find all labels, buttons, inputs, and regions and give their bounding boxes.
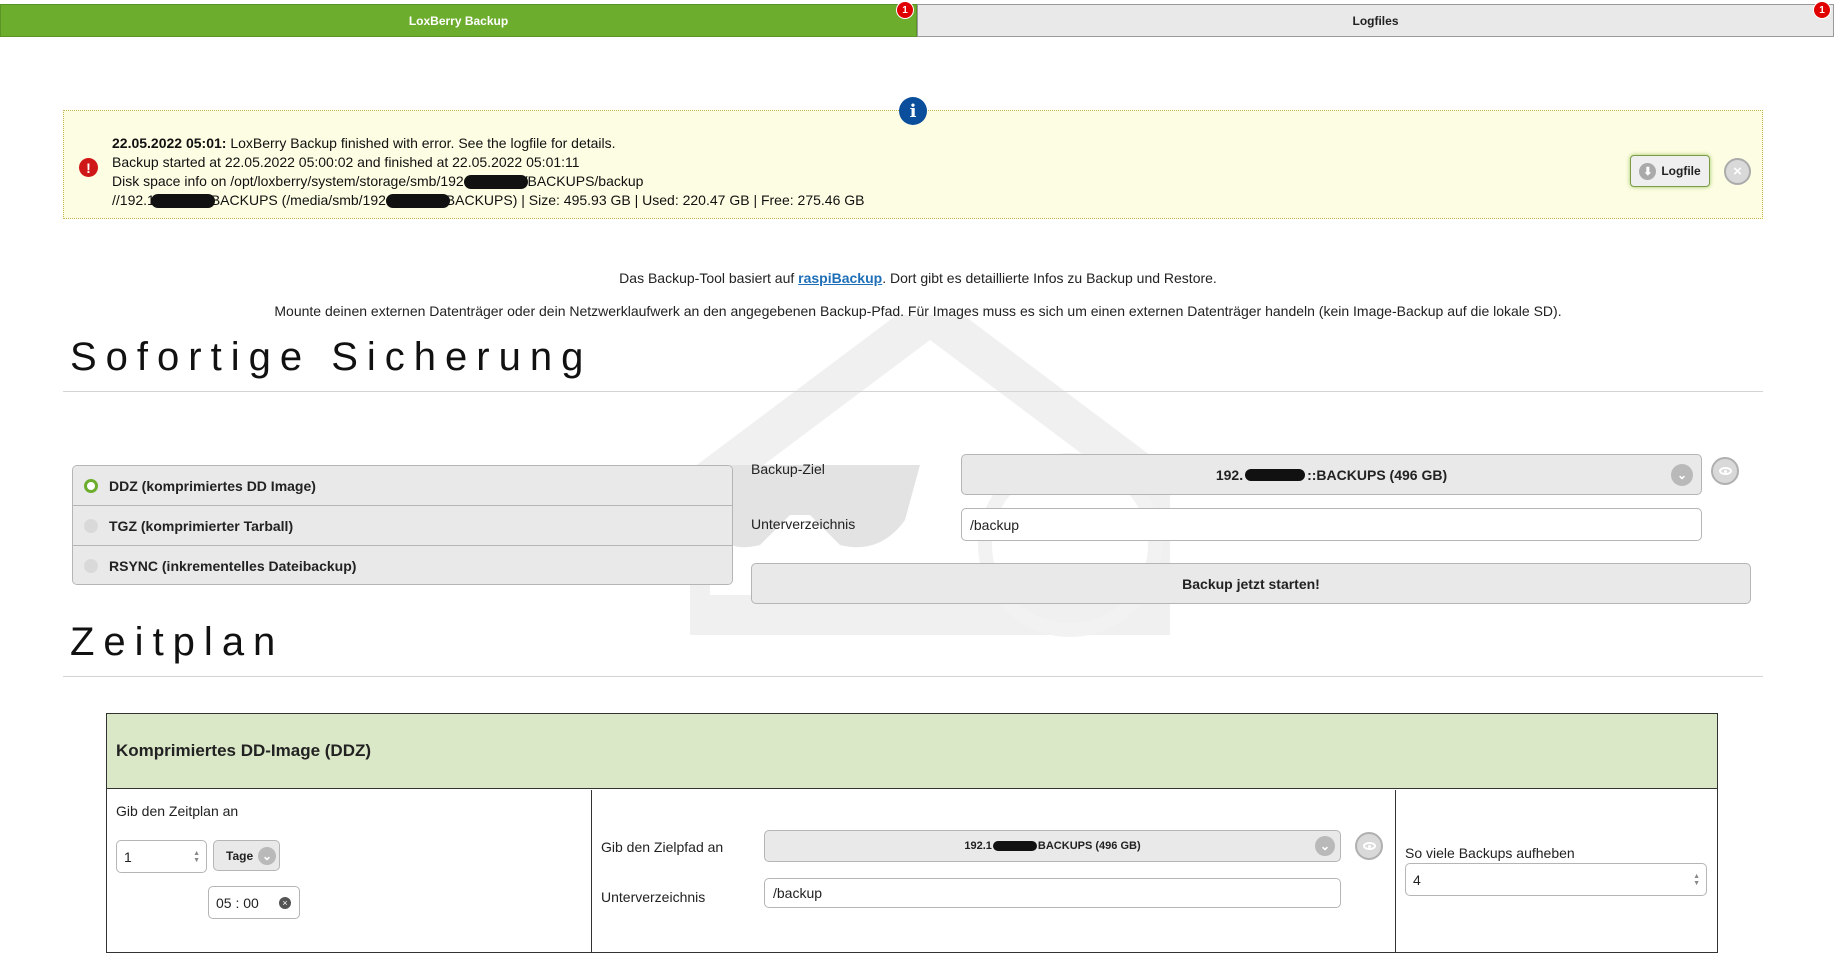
interval-stepper[interactable]: 1 ▲ ▼ bbox=[116, 840, 207, 873]
redaction-scribble bbox=[385, 194, 450, 209]
redaction-scribble bbox=[992, 841, 1037, 851]
spinner-arrows-icon: ▲ ▼ bbox=[193, 849, 200, 864]
mount-info-start: //192.1 bbox=[112, 192, 155, 208]
subdirectory-label: Unterverzeichnis bbox=[751, 516, 856, 532]
radio-label: RSYNC (inkrementelles Dateibackup) bbox=[109, 558, 357, 574]
schedule-plan-label: Gib den Zeitplan an bbox=[116, 803, 239, 819]
notification-badge: 1 bbox=[1813, 1, 1831, 19]
eye-icon[interactable] bbox=[1711, 457, 1739, 485]
radio-unselected-icon bbox=[84, 519, 98, 533]
backup-target-label: Backup-Ziel bbox=[751, 461, 825, 477]
download-icon: ⬇ bbox=[1639, 162, 1657, 180]
tab-loxberry-backup[interactable]: LoxBerry Backup 1 bbox=[0, 1, 917, 37]
redaction-scribble bbox=[463, 175, 528, 190]
logfile-button[interactable]: ⬇ Logfile bbox=[1630, 155, 1710, 187]
retention-label: So viele Backups aufheben bbox=[1405, 845, 1575, 861]
section-divider bbox=[63, 676, 1763, 677]
interval-value: 1 bbox=[124, 848, 132, 865]
interval-unit-value: Tage bbox=[226, 848, 254, 863]
chevron-down-icon: ⌄ bbox=[1315, 836, 1335, 856]
notification-timestamp: 22.05.2022 05:01: bbox=[112, 135, 227, 151]
radio-tgz[interactable]: TGZ (komprimierter Tarball) bbox=[73, 506, 732, 546]
notification-line-3: Disk space info on /opt/loxberry/system/… bbox=[112, 172, 864, 191]
intro-text-suffix: . Dort gibt es detaillierte Infos zu Bac… bbox=[882, 270, 1217, 286]
tab-label: Logfiles bbox=[1352, 13, 1399, 28]
subdirectory-input[interactable]: /backup bbox=[961, 508, 1702, 541]
chevron-down-icon: ⌄ bbox=[1671, 463, 1693, 486]
error-notification: ! 22.05.2022 05:01: LoxBerry Backup fini… bbox=[63, 110, 1763, 219]
mount-info-middle: BACKUPS (/media/smb/192. bbox=[210, 192, 390, 208]
logfile-button-label: Logfile bbox=[1661, 164, 1701, 178]
start-backup-button[interactable]: Backup jetzt starten! bbox=[751, 563, 1751, 604]
retention-count-value: 4 bbox=[1413, 871, 1421, 888]
notification-line-4: //192.1 BACKUPS (/media/smb/192. BACKUPS) … bbox=[112, 191, 864, 210]
schedule-table-title: Komprimiertes DD-Image (DDZ) bbox=[107, 714, 1717, 789]
redaction-scribble bbox=[150, 194, 215, 209]
backup-target-select[interactable]: 192.::BACKUPS (496 GB) ⌄ bbox=[961, 454, 1702, 495]
radio-rsync[interactable]: RSYNC (inkrementelles Dateibackup) bbox=[73, 546, 732, 584]
retention-count-stepper[interactable]: 4 ▲ ▼ bbox=[1405, 863, 1707, 896]
redaction-scribble bbox=[1245, 468, 1306, 481]
mount-info-end: BACKUPS) | Size: 495.93 GB | Used: 220.4… bbox=[445, 192, 865, 208]
intro-text-1: Das Backup-Tool basiert auf raspiBackup.… bbox=[0, 270, 1836, 286]
time-input[interactable]: 05 : 00 × bbox=[208, 886, 300, 919]
notification-text: 22.05.2022 05:01: LoxBerry Backup finish… bbox=[112, 134, 864, 210]
top-tab-bar: LoxBerry Backup 1 Logfiles 1 bbox=[0, 1, 1834, 37]
spinner-arrows-icon: ▲ ▼ bbox=[1693, 872, 1700, 887]
schedule-subdirectory-input[interactable]: /backup bbox=[764, 878, 1341, 908]
backup-type-radio-group: DDZ (komprimiertes DD Image) TGZ (kompri… bbox=[72, 465, 733, 585]
destination-value-start: 192.1 bbox=[964, 840, 992, 852]
destination-value-end: BACKUPS (496 GB) bbox=[1037, 840, 1141, 852]
notification-line-2: Backup started at 22.05.2022 05:00:02 an… bbox=[112, 154, 580, 170]
close-icon[interactable]: × bbox=[1724, 158, 1751, 185]
destination-select[interactable]: 192.1 BACKUPS (496 GB) ⌄ bbox=[764, 830, 1341, 862]
disk-info-path-end: /BACKUPS/backup bbox=[523, 173, 644, 189]
eye-icon[interactable] bbox=[1355, 832, 1383, 860]
schedule-retention-cell: So viele Backups aufheben 4 ▲ ▼ bbox=[1396, 790, 1719, 952]
section-heading-instant-backup: Sofortige Sicherung bbox=[70, 335, 593, 379]
backup-target-value-start: 192. bbox=[1215, 466, 1244, 483]
intro-text-prefix: Das Backup-Tool basiert auf bbox=[619, 270, 799, 286]
section-divider bbox=[63, 391, 1763, 392]
chevron-down-icon: ⌄ bbox=[258, 846, 276, 865]
schedule-table: Komprimiertes DD-Image (DDZ) Gib den Zei… bbox=[106, 713, 1718, 953]
clear-icon[interactable]: × bbox=[279, 896, 291, 909]
disk-info-path-start: Disk space info on /opt/loxberry/system/… bbox=[112, 173, 468, 189]
radio-unselected-icon bbox=[84, 559, 98, 573]
radio-label: DDZ (komprimiertes DD Image) bbox=[109, 477, 316, 494]
section-heading-schedule: Zeitplan bbox=[70, 620, 285, 664]
radio-ddz[interactable]: DDZ (komprimiertes DD Image) bbox=[73, 466, 732, 506]
notification-line-1: 22.05.2022 05:01: LoxBerry Backup finish… bbox=[112, 134, 864, 153]
tab-logfiles[interactable]: Logfiles 1 bbox=[917, 1, 1834, 37]
backup-target-value-end: ::BACKUPS (496 GB) bbox=[1307, 466, 1448, 483]
intro-text-2: Mounte deinen externen Datenträger oder … bbox=[274, 303, 1562, 319]
schedule-subdirectory-label: Unterverzeichnis bbox=[601, 889, 706, 905]
destination-label: Gib den Zielpfad an bbox=[601, 839, 724, 855]
schedule-plan-cell: Gib den Zeitplan an 1 ▲ ▼ Tage ⌄ 05 : 00 … bbox=[107, 790, 592, 952]
interval-unit-select[interactable]: Tage ⌄ bbox=[213, 840, 280, 871]
tab-label: LoxBerry Backup bbox=[408, 13, 509, 28]
error-icon: ! bbox=[79, 158, 98, 177]
info-icon: i bbox=[899, 97, 927, 125]
raspibackup-link[interactable]: raspiBackup bbox=[798, 270, 882, 286]
time-value: 05 : 00 bbox=[216, 894, 259, 911]
radio-selected-icon bbox=[84, 479, 98, 493]
schedule-destination-cell: Gib den Zielpfad an 192.1 BACKUPS (496 GB… bbox=[592, 790, 1396, 952]
radio-label: TGZ (komprimierter Tarball) bbox=[109, 517, 294, 534]
notification-message: LoxBerry Backup finished with error. See… bbox=[226, 135, 616, 151]
notification-badge: 1 bbox=[896, 1, 914, 19]
